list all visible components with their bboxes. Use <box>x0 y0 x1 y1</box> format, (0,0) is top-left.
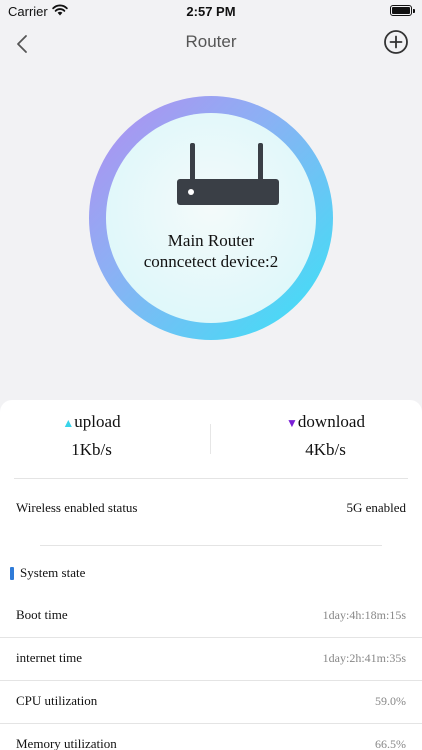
memory-utilization-value: 66.5% <box>375 737 406 750</box>
connected-devices: conncetect device:2 <box>143 252 279 271</box>
router-name: Main Router <box>167 231 255 250</box>
page-title: Router <box>185 32 237 51</box>
cpu-utilization-label: CPU utilization <box>16 693 98 708</box>
plus-circle-icon <box>384 30 408 54</box>
upload-arrow-icon: ▲ <box>62 416 75 430</box>
router-icon <box>177 143 279 205</box>
divider <box>40 545 382 546</box>
status-time: 2:57 PM <box>186 4 236 19</box>
status-bar: Carrier 2:57 PM <box>0 0 422 22</box>
wireless-status-label: Wireless enabled status <box>16 500 138 515</box>
download-arrow-icon: ▼ <box>286 416 298 430</box>
download-speed: ▼download 4Kb/s <box>220 412 422 460</box>
section-accent-bar <box>10 567 14 580</box>
speed-divider <box>210 424 211 454</box>
boot-time-value: 1day:4h:18m:15s <box>322 608 406 622</box>
divider <box>0 680 422 681</box>
battery-icon <box>390 5 415 16</box>
system-state-title: System state <box>20 565 86 580</box>
upload-speed: ▲upload 1Kb/s <box>0 412 197 460</box>
internet-time-value: 1day:2h:41m:35s <box>322 651 406 665</box>
router-info-card: ▲upload 1Kb/s ▼download 4Kb/s Wireless e… <box>0 400 422 750</box>
router-status-inner: Main Router conncetect device:2 <box>106 113 316 323</box>
wireless-status-value: 5G enabled <box>346 500 406 515</box>
cpu-utilization-value: 59.0% <box>375 694 406 708</box>
divider <box>14 478 408 479</box>
internet-time-label: internet time <box>16 650 83 665</box>
divider <box>0 723 422 724</box>
add-router-button[interactable] <box>383 29 409 55</box>
upload-label: upload <box>74 412 121 431</box>
download-label: download <box>297 412 365 431</box>
memory-utilization-label: Memory utilization <box>16 736 117 750</box>
nav-bar: Router <box>0 24 422 64</box>
divider <box>0 637 422 638</box>
boot-time-label: Boot time <box>16 607 68 622</box>
download-value: 4Kb/s <box>305 440 346 459</box>
router-status-ring[interactable]: Main Router conncetect device:2 <box>89 96 333 340</box>
upload-value: 1Kb/s <box>71 440 112 459</box>
